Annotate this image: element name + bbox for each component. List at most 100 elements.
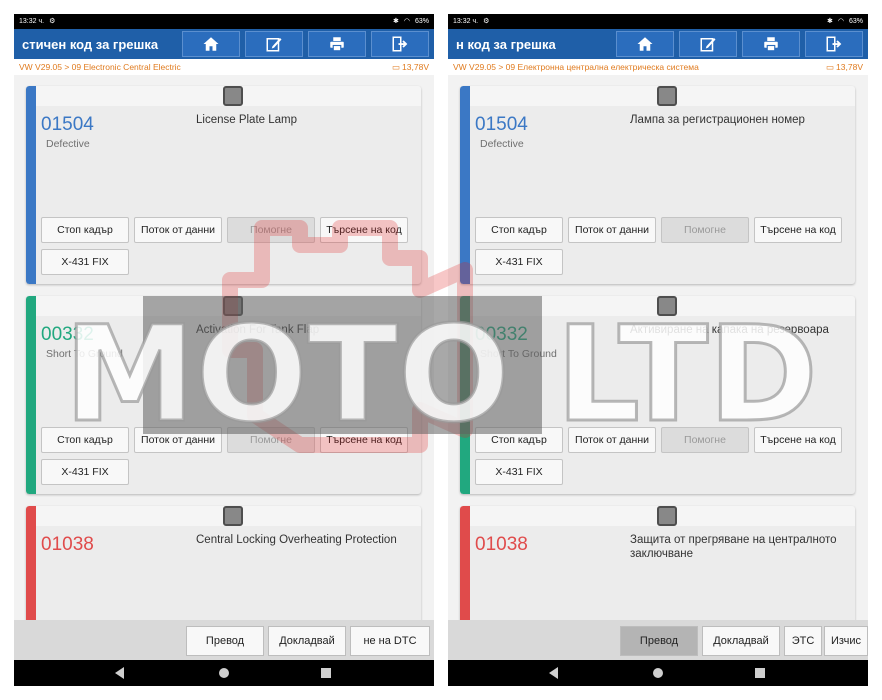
voltage-readout: ▭ 13,78V	[826, 59, 863, 75]
dtc-status: Defective	[480, 138, 524, 150]
home-circle-icon[interactable]	[219, 668, 229, 678]
bluetooth-icon: ✱	[827, 18, 833, 25]
select-checkbox[interactable]	[223, 86, 243, 106]
status-stripe	[460, 86, 470, 284]
status-stripe	[26, 296, 36, 494]
exit-button[interactable]	[805, 31, 863, 57]
dtc-card: 00332 Short To Ground Activation For Tan…	[26, 296, 421, 494]
home-icon	[203, 37, 219, 51]
data-stream-button[interactable]: Поток от данни	[568, 217, 656, 243]
android-nav-bar	[14, 660, 434, 686]
wifi-icon: ◠	[403, 18, 410, 25]
freeze-frame-button[interactable]: Стоп кадър	[41, 427, 129, 453]
code-search-button[interactable]: Търсене на код	[320, 217, 408, 243]
android-nav-bar	[448, 660, 868, 686]
dtc-description: Активиране на капака на резервоара	[630, 324, 829, 336]
status-stripe	[26, 506, 36, 626]
back-icon[interactable]	[115, 667, 124, 679]
edit-icon	[266, 38, 282, 52]
x431-fix-button[interactable]: X-431 FIX	[475, 459, 563, 485]
help-button[interactable]: Помогне	[661, 217, 749, 243]
status-bar: 13:32 ч. ⚙ ✱ ◠ 63%	[14, 14, 434, 29]
page-title: н код за грешка	[456, 36, 556, 52]
print-button[interactable]	[308, 31, 366, 57]
recent-apps-icon[interactable]	[321, 668, 331, 678]
x431-fix-button[interactable]: X-431 FIX	[41, 459, 129, 485]
bottom-toolbar: Превод Докладвай ЭТС Изчис	[448, 620, 868, 660]
dtc-code: 01038	[475, 534, 528, 555]
exit-button[interactable]	[371, 31, 429, 57]
back-icon[interactable]	[549, 667, 558, 679]
dtc-card: 01038 Central Locking Overheating Protec…	[26, 506, 421, 626]
freeze-frame-button[interactable]: Стоп кадър	[41, 217, 129, 243]
home-button[interactable]	[616, 31, 674, 57]
dtc-card: 00332 Short To Ground Активиране на капа…	[460, 296, 855, 494]
dtc-code: 01504	[475, 114, 528, 135]
x431-fix-button[interactable]: X-431 FIX	[41, 249, 129, 275]
recent-apps-icon[interactable]	[755, 668, 765, 678]
data-stream-button[interactable]: Поток от данни	[134, 217, 222, 243]
data-stream-button[interactable]: Поток от данни	[134, 427, 222, 453]
voltage-value: 13,78V	[402, 62, 429, 72]
print-button[interactable]	[742, 31, 800, 57]
dtc-card: 01504 Defective License Plate Lamp Стоп …	[26, 86, 421, 284]
dtc-card: 01038 Защита от прегряване на централнот…	[460, 506, 855, 626]
battery-level: 63%	[414, 18, 429, 25]
help-button[interactable]: Помогне	[661, 427, 749, 453]
dtc-status: Short To Ground	[480, 348, 557, 360]
app-header: стичен код за грешка	[14, 29, 434, 59]
breadcrumb: VW V29.05 > 09 Electronic Central Electr…	[14, 59, 434, 75]
code-search-button[interactable]: Търсене на код	[754, 217, 842, 243]
voltage-value: 13,78V	[836, 62, 863, 72]
bluetooth-icon: ✱	[393, 18, 399, 25]
select-checkbox[interactable]	[657, 296, 677, 316]
dtc-status: Short To Ground	[46, 348, 123, 360]
home-button[interactable]	[182, 31, 240, 57]
dtc-status: Defective	[46, 138, 90, 150]
translate-button[interactable]: Превод	[620, 626, 698, 656]
clear-dtc-button[interactable]: ЭТС	[784, 626, 822, 656]
breadcrumb-path: VW V29.05 > 09 Electronic Central Electr…	[19, 62, 181, 72]
code-search-button[interactable]: Търсене на код	[320, 427, 408, 453]
tablet-screen-english: 13:32 ч. ⚙ ✱ ◠ 63% стичен код за грешка …	[14, 14, 434, 686]
clock: 13:32 ч.	[19, 18, 45, 25]
data-stream-button[interactable]: Поток от данни	[568, 427, 656, 453]
clear-dtc-button[interactable]: не на DTC	[350, 626, 430, 656]
edit-button[interactable]	[679, 31, 737, 57]
help-button[interactable]: Помогне	[227, 427, 315, 453]
code-search-button[interactable]: Търсене на код	[754, 427, 842, 453]
dtc-description: Защита от прегряване на централното закл…	[630, 534, 837, 560]
freeze-frame-button[interactable]: Стоп кадър	[475, 427, 563, 453]
bottom-toolbar: Превод Докладвай не на DTC	[14, 620, 434, 660]
status-stripe	[460, 296, 470, 494]
exit-icon	[826, 36, 842, 52]
translate-button[interactable]: Превод	[186, 626, 264, 656]
select-checkbox[interactable]	[223, 506, 243, 526]
battery-level: 63%	[848, 18, 863, 25]
notification-icon: ⚙	[49, 18, 56, 25]
notification-icon: ⚙	[483, 18, 490, 25]
dtc-code: 01504	[41, 114, 94, 135]
report-button[interactable]: Докладвай	[268, 626, 346, 656]
home-circle-icon[interactable]	[653, 668, 663, 678]
wifi-icon: ◠	[837, 18, 844, 25]
report-button[interactable]: Докладвай	[702, 626, 780, 656]
clock: 13:32 ч.	[453, 18, 479, 25]
x431-fix-button[interactable]: X-431 FIX	[475, 249, 563, 275]
select-checkbox[interactable]	[223, 296, 243, 316]
freeze-frame-button[interactable]: Стоп кадър	[475, 217, 563, 243]
page-title: стичен код за грешка	[22, 36, 159, 52]
dtc-code: 01038	[41, 534, 94, 555]
edit-button[interactable]	[245, 31, 303, 57]
dtc-description: Лампа за регистрационен номер	[630, 114, 805, 126]
breadcrumb: VW V29.05 > 09 Електронна централна елек…	[448, 59, 868, 75]
calculate-button[interactable]: Изчис	[824, 626, 868, 656]
battery-icon: ▭	[826, 62, 835, 72]
tablet-screen-bulgarian: 13:32 ч. ⚙ ✱ ◠ 63% н код за грешка VW V2…	[448, 14, 868, 686]
help-button[interactable]: Помогне	[227, 217, 315, 243]
dtc-description: Central Locking Overheating Protection	[196, 534, 397, 546]
select-checkbox[interactable]	[657, 86, 677, 106]
status-stripe	[460, 506, 470, 626]
voltage-readout: ▭ 13,78V	[392, 59, 429, 75]
select-checkbox[interactable]	[657, 506, 677, 526]
